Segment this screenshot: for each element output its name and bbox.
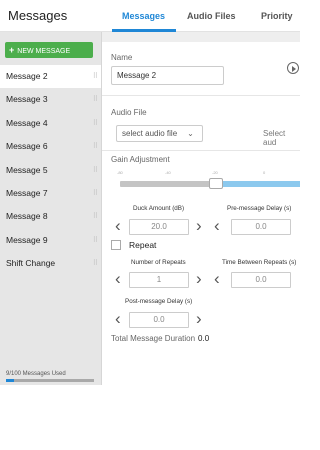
divider	[102, 95, 300, 96]
message-label: Message 8	[6, 211, 48, 222]
message-label: Message 4	[6, 117, 48, 128]
chevron-left-icon[interactable]: ‹	[115, 270, 121, 287]
pre-message-delay-input[interactable]: 0.0	[231, 219, 291, 235]
messages-used-fill	[6, 379, 14, 382]
plus-icon: +	[9, 45, 15, 55]
duck-amount-input[interactable]: 20.0	[129, 219, 189, 235]
post-message-delay-input[interactable]: 0.0	[129, 312, 189, 328]
number-of-repeats-input[interactable]: 1	[129, 272, 189, 288]
message-label: Message 3	[6, 94, 48, 105]
play-circle-icon[interactable]	[287, 62, 299, 74]
chevron-left-icon[interactable]: ‹	[115, 310, 121, 327]
drag-handle-icon[interactable]: ⠿	[93, 112, 98, 135]
pre-message-delay-label: Pre-message Delay (s)	[227, 205, 292, 212]
new-message-button[interactable]: + NEW MESSAGE	[5, 42, 93, 58]
message-label: Message 7	[6, 187, 48, 198]
total-duration-label: Total Message Duration	[111, 334, 196, 343]
audio-file-select-value: select audio file	[122, 129, 178, 138]
message-label: Shift Change	[6, 258, 56, 269]
post-message-delay-label: Post-message Delay (s)	[125, 298, 193, 305]
drag-handle-icon[interactable]: ⠿	[93, 252, 98, 275]
chevron-right-icon[interactable]: ›	[196, 270, 202, 287]
message-list: Message 2 ⠿ Message 3 ⠿ Message 4 ⠿ Message…	[0, 65, 101, 276]
chevron-left-icon[interactable]: ‹	[214, 217, 220, 234]
tab-priority[interactable]: Priority	[261, 11, 293, 21]
gain-adjustment-label: Gain Adjustment	[111, 155, 170, 164]
drag-handle-icon[interactable]: ⠿	[93, 88, 98, 111]
gain-tick-label: 0	[263, 170, 266, 175]
list-item[interactable]: Shift Change ⠿	[0, 252, 101, 275]
gain-tick-label: -40	[165, 170, 171, 175]
gain-tick-label: -80	[117, 170, 123, 175]
drag-handle-icon[interactable]: ⠿	[93, 65, 98, 88]
second-audio-select[interactable]: Select aud	[263, 129, 300, 147]
number-of-repeats-label: Number of Repeats	[131, 259, 186, 266]
list-item[interactable]: Message 6 ⠿	[0, 135, 101, 158]
app-header: Messages Messages Audio Files Priority	[0, 0, 300, 32]
drag-handle-icon[interactable]: ⠿	[93, 205, 98, 228]
total-duration-value: 0.0	[198, 334, 210, 343]
message-sidebar: + NEW MESSAGE Message 2 ⠿ Message 3 ⠿ Messa…	[0, 32, 102, 385]
audio-file-select[interactable]: select audio file ⌄	[116, 125, 203, 142]
list-item[interactable]: Message 2 ⠿	[0, 65, 101, 89]
messages-used-bar	[6, 379, 94, 382]
list-item[interactable]: Message 7 ⠿	[0, 182, 101, 205]
chevron-right-icon[interactable]: ›	[196, 217, 202, 234]
drag-handle-icon[interactable]: ⠿	[93, 135, 98, 158]
duck-amount-label: Duck Amount (dB)	[133, 205, 185, 212]
messages-used-label: 9/100 Messages Used	[6, 371, 66, 377]
repeat-checkbox[interactable]	[111, 240, 121, 250]
time-between-repeats-input[interactable]: 0.0	[231, 272, 291, 288]
drag-handle-icon[interactable]: ⠿	[93, 182, 98, 205]
repeat-label: Repeat	[129, 240, 157, 250]
chevron-right-icon[interactable]: ›	[196, 310, 202, 327]
message-label: Message 5	[6, 164, 48, 175]
list-item[interactable]: Message 9 ⠿	[0, 229, 101, 252]
chevron-left-icon[interactable]: ‹	[115, 217, 121, 234]
list-item[interactable]: Message 5 ⠿	[0, 159, 101, 182]
audio-file-label: Audio File	[111, 108, 147, 117]
message-label: Message 9	[6, 234, 48, 245]
divider	[102, 150, 300, 151]
tab-audio-files[interactable]: Audio Files	[187, 11, 236, 21]
drag-handle-icon[interactable]: ⠿	[93, 159, 98, 182]
app-title: Messages	[8, 8, 68, 23]
chevron-down-icon: ⌄	[187, 129, 194, 138]
name-label: Name	[111, 53, 133, 62]
tab-messages[interactable]: Messages	[122, 11, 165, 21]
total-duration: Total Message Duration 0.0	[111, 334, 209, 343]
message-label: Message 2	[6, 71, 48, 81]
gain-slider-thumb[interactable]	[209, 178, 223, 189]
drag-handle-icon[interactable]: ⠿	[93, 229, 98, 252]
new-message-label: NEW MESSAGE	[17, 48, 71, 55]
chevron-left-icon[interactable]: ‹	[214, 270, 220, 287]
time-between-repeats-label: Time Between Repeats (s)	[222, 259, 297, 266]
message-label: Message 6	[6, 141, 48, 152]
gain-slider-fill	[223, 181, 300, 187]
editor-top-strip	[102, 32, 300, 42]
list-item[interactable]: Message 8 ⠿	[0, 205, 101, 228]
list-item[interactable]: Message 3 ⠿	[0, 88, 101, 111]
name-input[interactable]: Message 2	[111, 66, 224, 85]
list-item[interactable]: Message 4 ⠿	[0, 112, 101, 135]
gain-tick-label: -20	[212, 170, 218, 175]
